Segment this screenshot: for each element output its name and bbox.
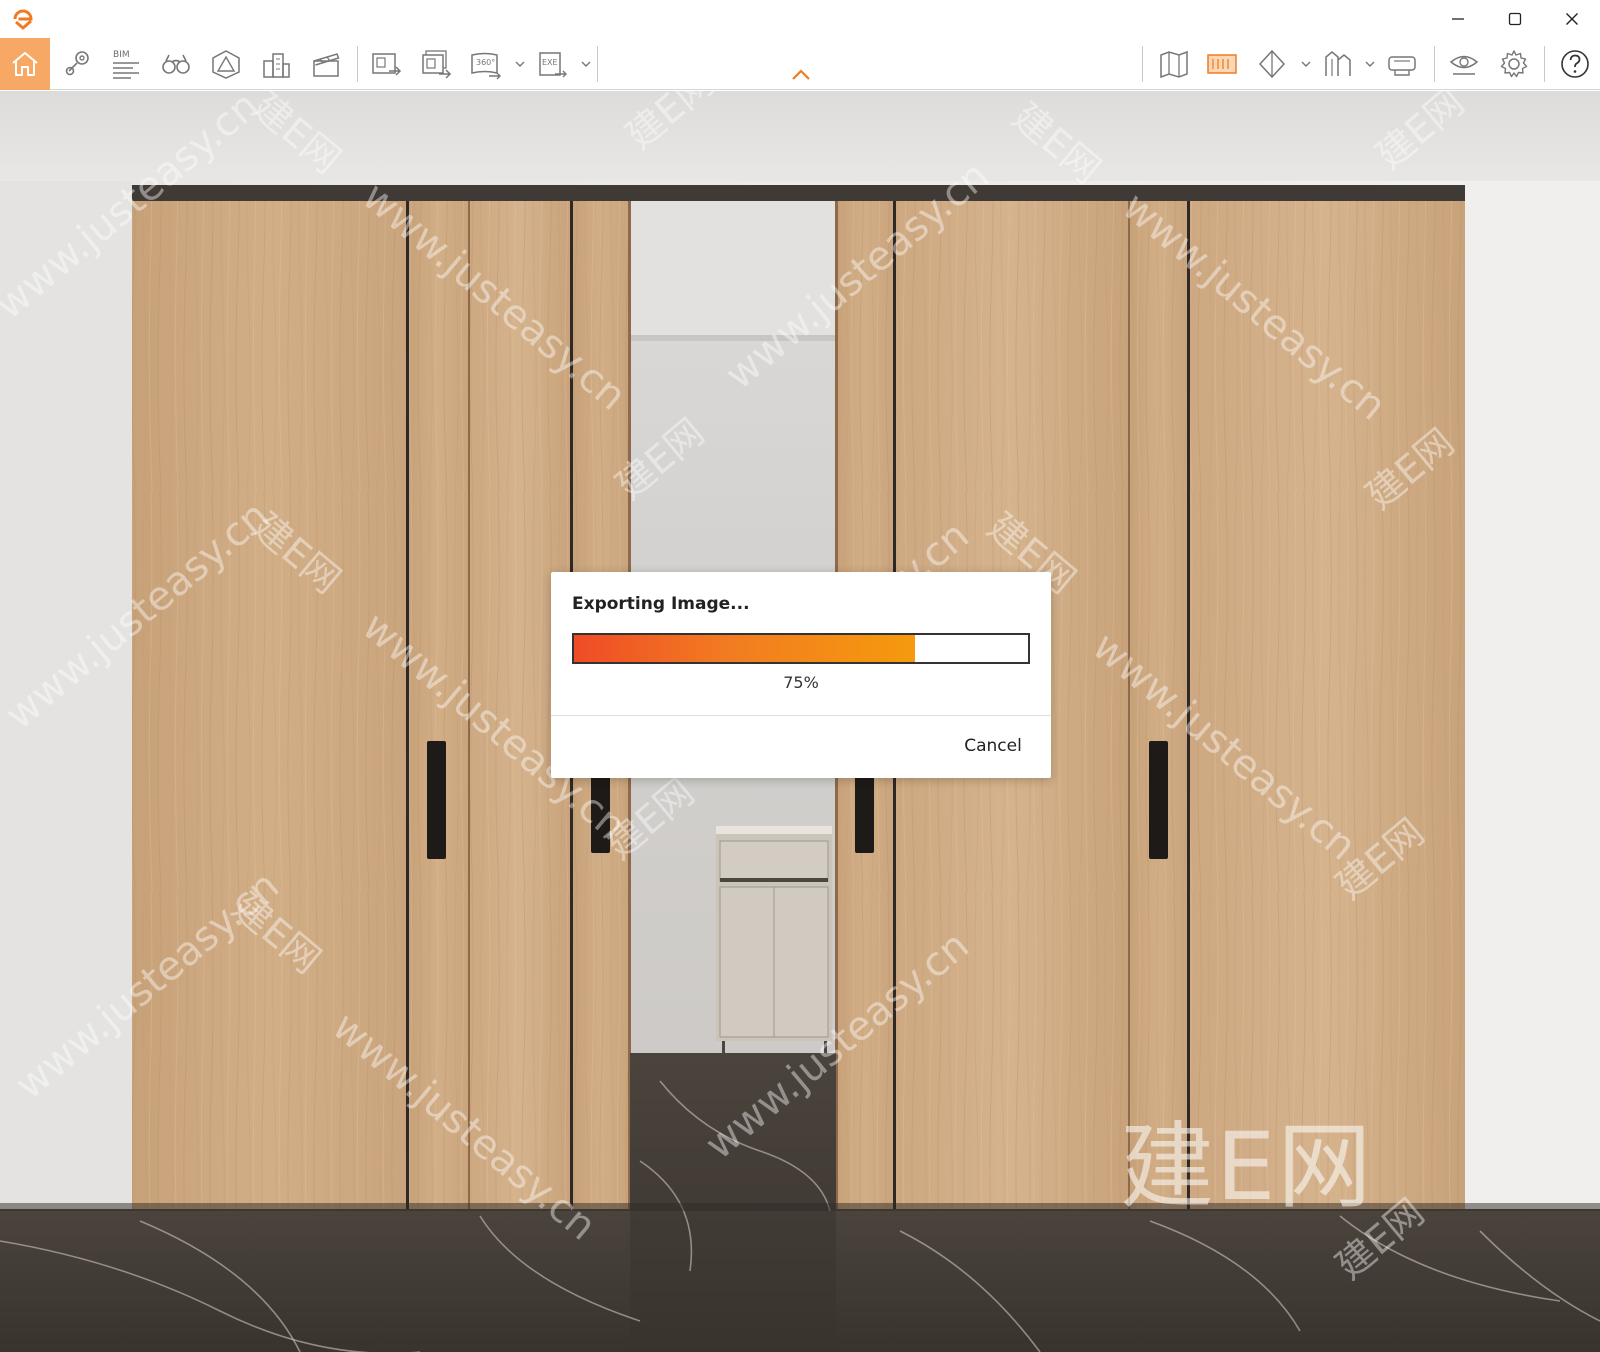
section-icon — [1258, 49, 1286, 79]
settings-gear-icon — [1500, 50, 1528, 78]
badge-exe: EXE — [542, 58, 558, 67]
dialog-title: Exporting Image... — [572, 594, 750, 614]
export-progress-dialog: Exporting Image... 75% Cancel — [551, 572, 1051, 778]
binoculars-icon — [162, 54, 190, 74]
multi-view-icon — [1325, 51, 1351, 76]
bim-list-icon: BIM — [113, 50, 139, 79]
chevron-down-icon[interactable] — [1364, 58, 1376, 70]
export-progress-bar — [572, 633, 1030, 664]
multi-view-button[interactable] — [1316, 42, 1360, 86]
close-button[interactable] — [1544, 0, 1600, 38]
cancel-button[interactable]: Cancel — [945, 724, 1041, 768]
export-exe-icon: EXE — [539, 52, 567, 78]
home-button[interactable] — [0, 38, 50, 90]
close-icon — [1566, 13, 1578, 25]
chevron-down-icon[interactable] — [580, 58, 592, 70]
progress-bar-fill — [574, 635, 915, 662]
maximize-button[interactable] — [1487, 0, 1543, 38]
settings-button[interactable] — [1492, 42, 1536, 86]
minimize-button[interactable] — [1430, 0, 1486, 38]
maximize-icon — [1508, 12, 1522, 26]
animation-button[interactable] — [304, 42, 348, 86]
vr-button[interactable] — [1380, 42, 1424, 86]
export-image-icon — [372, 53, 402, 76]
toolbar-separator — [1142, 46, 1143, 82]
help-icon — [1561, 50, 1589, 78]
location-pin-icon — [65, 51, 89, 76]
texture-panel-button[interactable] — [1200, 42, 1244, 86]
buildings-icon — [263, 53, 290, 78]
toolbar-separator — [357, 46, 358, 82]
section-button[interactable] — [1250, 42, 1294, 86]
home-icon — [12, 52, 38, 76]
vr-headset-icon — [1388, 56, 1416, 76]
location-button[interactable] — [56, 42, 100, 86]
bim-button[interactable]: BIM — [104, 42, 148, 86]
batch-export-icon — [422, 50, 452, 79]
visibility-button[interactable] — [1442, 42, 1486, 86]
help-button[interactable] — [1553, 42, 1597, 86]
map-icon — [1160, 50, 1188, 79]
visibility-icon — [1449, 55, 1479, 75]
app-logo-icon — [10, 6, 36, 32]
chevron-down-icon[interactable] — [1300, 58, 1312, 70]
badge-360: 360° — [476, 58, 495, 67]
buildings-button[interactable] — [254, 42, 298, 86]
map-button[interactable] — [1152, 42, 1196, 86]
export-exe-button[interactable]: EXE — [530, 42, 574, 86]
bim-label: BIM — [113, 50, 130, 60]
texture-panel-icon — [1207, 54, 1237, 74]
watermark-brand-large: 建E网 — [1120, 1113, 1374, 1222]
batch-export-button[interactable] — [414, 42, 458, 86]
export-image-button[interactable] — [364, 42, 408, 86]
main-toolbar: BIM 360° EXE — [0, 38, 1600, 90]
collapse-toolbar-chevron-up-icon[interactable] — [790, 68, 812, 82]
binoculars-button[interactable] — [154, 42, 198, 86]
object-library-icon — [212, 50, 240, 79]
export-360-icon: 360° — [471, 52, 501, 80]
toolbar-separator — [1434, 46, 1435, 82]
chevron-down-icon[interactable] — [514, 58, 526, 70]
progress-percentage: 75% — [783, 673, 819, 692]
toolbar-separator — [1544, 46, 1545, 82]
object-library-button[interactable] — [204, 42, 248, 86]
export-360-button[interactable]: 360° — [464, 42, 508, 86]
minimize-icon — [1452, 18, 1464, 20]
title-bar — [0, 0, 1600, 38]
dialog-divider — [551, 715, 1051, 716]
clapperboard-icon — [313, 53, 340, 77]
toolbar-separator — [597, 46, 598, 82]
